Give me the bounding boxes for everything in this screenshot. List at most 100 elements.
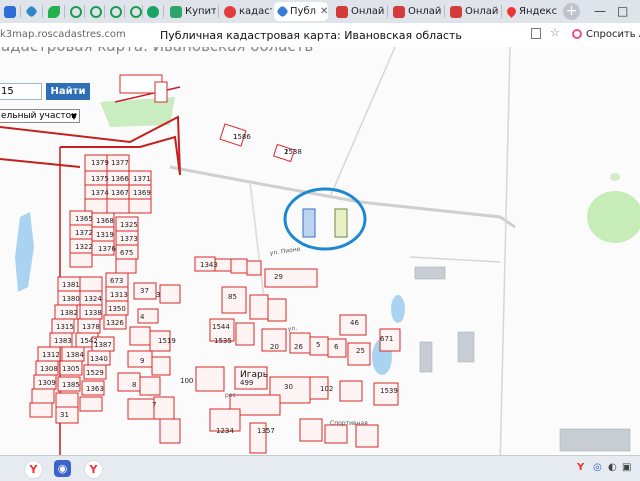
- parcel-number[interactable]: 7: [152, 401, 156, 409]
- tab-14[interactable]: Онлайн: [446, 2, 498, 21]
- tab-4[interactable]: [86, 2, 104, 21]
- tab-2[interactable]: [44, 2, 62, 21]
- parcel-number[interactable]: 1305: [62, 365, 80, 373]
- parcel-number[interactable]: 499: [240, 379, 253, 387]
- parcel-number[interactable]: 1373: [120, 235, 138, 243]
- parcel-number[interactable]: 1367: [111, 189, 129, 197]
- parcel-number[interactable]: 675: [120, 249, 133, 257]
- selected-parcel[interactable]: [302, 208, 316, 238]
- parcel-number[interactable]: 1365: [75, 215, 93, 223]
- parcel-number[interactable]: 1519: [158, 337, 176, 345]
- bookmark-icon[interactable]: ☆: [550, 26, 560, 39]
- parcel-number[interactable]: 37: [140, 287, 149, 295]
- yandex-tray-icon[interactable]: Y: [577, 462, 584, 473]
- tab-9[interactable]: Купить: [166, 2, 216, 21]
- parcel-number[interactable]: 1384: [66, 351, 84, 359]
- parcel-number[interactable]: 1375: [91, 175, 109, 183]
- parcel-number[interactable]: 1308: [40, 365, 58, 373]
- cadastral-map[interactable]: ул. Пионе ул. рос Спортивная 2 1 1379 1377 1…: [0, 47, 640, 455]
- parcel-number[interactable]: 1378: [82, 323, 100, 331]
- tab-15[interactable]: Яндекс: [503, 2, 557, 21]
- selected-parcel[interactable]: [334, 208, 348, 238]
- parcel-number[interactable]: 1324: [84, 295, 102, 303]
- parcel-number[interactable]: 1363: [86, 385, 104, 393]
- parcel-number[interactable]: 1379: [91, 159, 109, 167]
- object-type-select[interactable]: ельный участок ▼: [0, 109, 80, 123]
- tab-11[interactable]: Публ ✕: [274, 2, 328, 21]
- map-canvas[interactable]: ул. Пионе ул. рос Спортивная: [0, 47, 640, 455]
- parcel-number[interactable]: 1350: [108, 305, 126, 313]
- parcel-number[interactable]: 1234: [216, 427, 234, 435]
- parcel-number[interactable]: 8: [132, 381, 136, 389]
- parcel-number[interactable]: 26: [294, 343, 303, 351]
- parcel-number[interactable]: 1385: [62, 381, 80, 389]
- maximize-icon[interactable]: □: [617, 4, 628, 18]
- parcel-number[interactable]: 1381: [62, 281, 80, 289]
- tab-12[interactable]: Онлайн: [332, 2, 384, 21]
- parcel-number[interactable]: 1387: [94, 341, 112, 349]
- find-button[interactable]: Найти: [46, 83, 90, 100]
- tab-3[interactable]: [66, 2, 84, 21]
- parcel-number[interactable]: 673: [110, 277, 123, 285]
- parcel-number[interactable]: 1380: [62, 295, 80, 303]
- parcel-number[interactable]: 1312: [42, 351, 60, 359]
- parcel-number[interactable]: 30: [284, 383, 293, 391]
- parcel-number[interactable]: 100: [180, 377, 193, 385]
- parcel-number[interactable]: 1544: [212, 323, 230, 331]
- parcel-number[interactable]: 1343: [200, 261, 218, 269]
- tab-1[interactable]: [22, 2, 40, 21]
- parcel-number[interactable]: 6: [334, 343, 338, 351]
- wifi-icon[interactable]: ◎: [593, 462, 602, 473]
- ask-ai-button[interactable]: Спросить А: [570, 27, 640, 43]
- parcel-number[interactable]: 1357: [257, 427, 275, 435]
- parcel-number[interactable]: 3: [156, 291, 160, 299]
- url-field[interactable]: k3map.roscadastres.com: [0, 29, 126, 40]
- parcel-number[interactable]: 1538: [284, 148, 302, 156]
- yandex-browser-icon[interactable]: Y: [84, 460, 103, 479]
- parcel-number[interactable]: 1372: [75, 229, 93, 237]
- parcel-number[interactable]: 671: [380, 335, 393, 343]
- parcel-number[interactable]: 25: [356, 347, 365, 355]
- yandex-icon[interactable]: Y: [24, 460, 43, 479]
- parcel-number[interactable]: 1535: [214, 337, 232, 345]
- tab-0[interactable]: [0, 2, 18, 21]
- parcel-number[interactable]: 1374: [91, 189, 109, 197]
- parcel-number[interactable]: 1340: [90, 355, 108, 363]
- minimize-icon[interactable]: —: [594, 4, 606, 18]
- parcel-number[interactable]: 1586: [233, 133, 251, 141]
- close-icon[interactable]: ✕: [320, 6, 328, 17]
- parcel-number[interactable]: 102: [320, 385, 333, 393]
- new-tab-button[interactable]: +: [563, 3, 580, 20]
- parcel-number[interactable]: 1371: [133, 175, 151, 183]
- parcel-number[interactable]: 1366: [111, 175, 129, 183]
- copy-icon[interactable]: [531, 28, 541, 39]
- parcel-number[interactable]: 1529: [86, 369, 104, 377]
- parcel-number[interactable]: 1313: [110, 291, 128, 299]
- parcel-number[interactable]: 1383: [54, 337, 72, 345]
- parcel-number[interactable]: 1322: [75, 243, 93, 251]
- tab-5[interactable]: [106, 2, 124, 21]
- tab-10[interactable]: кадастр: [220, 2, 272, 21]
- parcel-number[interactable]: 1369: [133, 189, 151, 197]
- parcel-number[interactable]: 1376: [98, 245, 116, 253]
- parcel-number[interactable]: 5: [316, 341, 320, 349]
- parcel-number[interactable]: 46: [350, 319, 359, 327]
- parcel-number[interactable]: 1325: [120, 221, 138, 229]
- tab-13[interactable]: Онлайн: [389, 2, 441, 21]
- parcel-number[interactable]: 1539: [380, 387, 398, 395]
- parcel-number[interactable]: 29: [274, 273, 283, 281]
- parcel-number[interactable]: 85: [228, 293, 237, 301]
- search-input[interactable]: 15: [0, 83, 42, 100]
- parcel-number[interactable]: 9: [140, 357, 144, 365]
- tab-7[interactable]: [143, 2, 161, 21]
- parcel-number[interactable]: 20: [270, 343, 279, 351]
- parcel-number[interactable]: 1315: [56, 323, 74, 331]
- volume-icon[interactable]: ◐: [608, 462, 617, 473]
- parcel-number[interactable]: 1326: [106, 319, 124, 327]
- parcel-number[interactable]: 1319: [96, 231, 114, 239]
- network-icon[interactable]: ▣: [622, 462, 631, 473]
- parcel-number[interactable]: 1309: [38, 379, 56, 387]
- screen-record-icon[interactable]: ◉: [54, 460, 71, 477]
- parcel-number[interactable]: 1377: [111, 159, 129, 167]
- parcel-number[interactable]: 1368: [96, 217, 114, 225]
